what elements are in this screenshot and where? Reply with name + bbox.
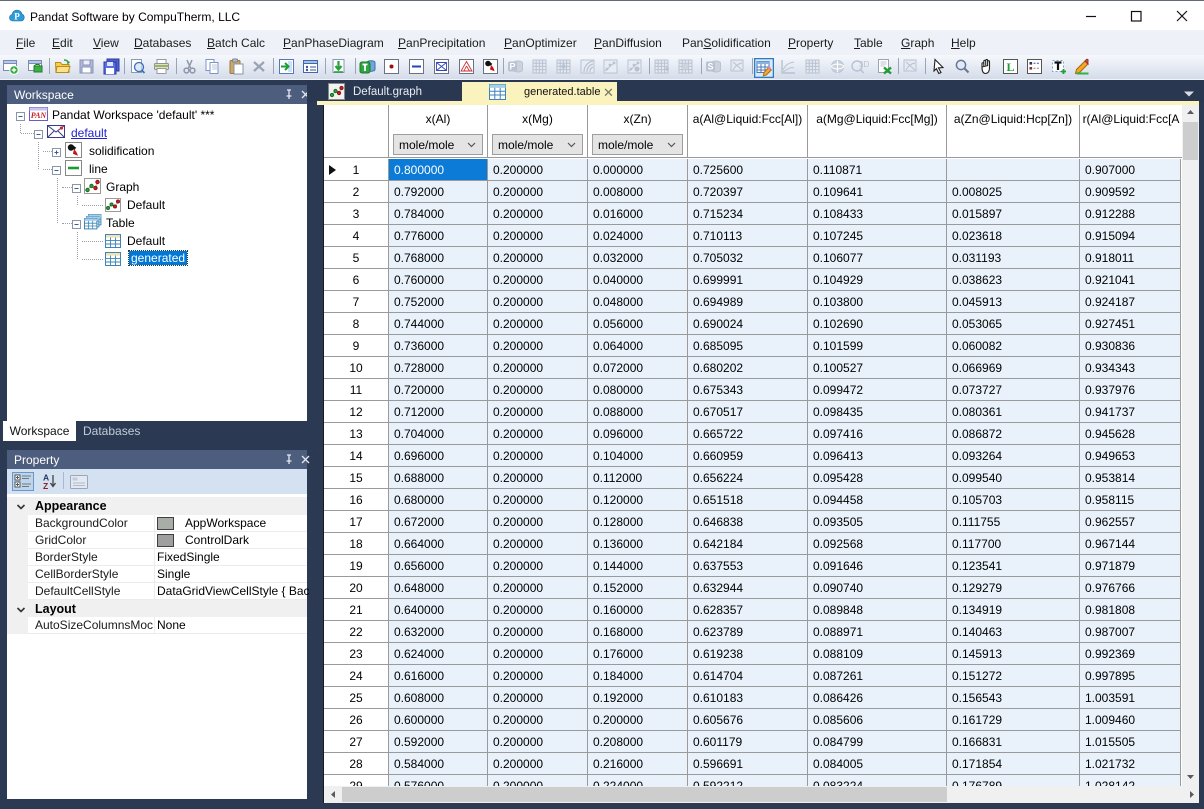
svg-text:3D: 3D bbox=[859, 60, 869, 69]
svg-text:L: L bbox=[1006, 60, 1014, 74]
svg-text:P: P bbox=[509, 62, 515, 72]
svg-text:P: P bbox=[14, 12, 20, 22]
svg-text:Z: Z bbox=[43, 481, 48, 491]
svg-text:S: S bbox=[707, 62, 713, 72]
svg-text:PAN: PAN bbox=[31, 111, 48, 120]
